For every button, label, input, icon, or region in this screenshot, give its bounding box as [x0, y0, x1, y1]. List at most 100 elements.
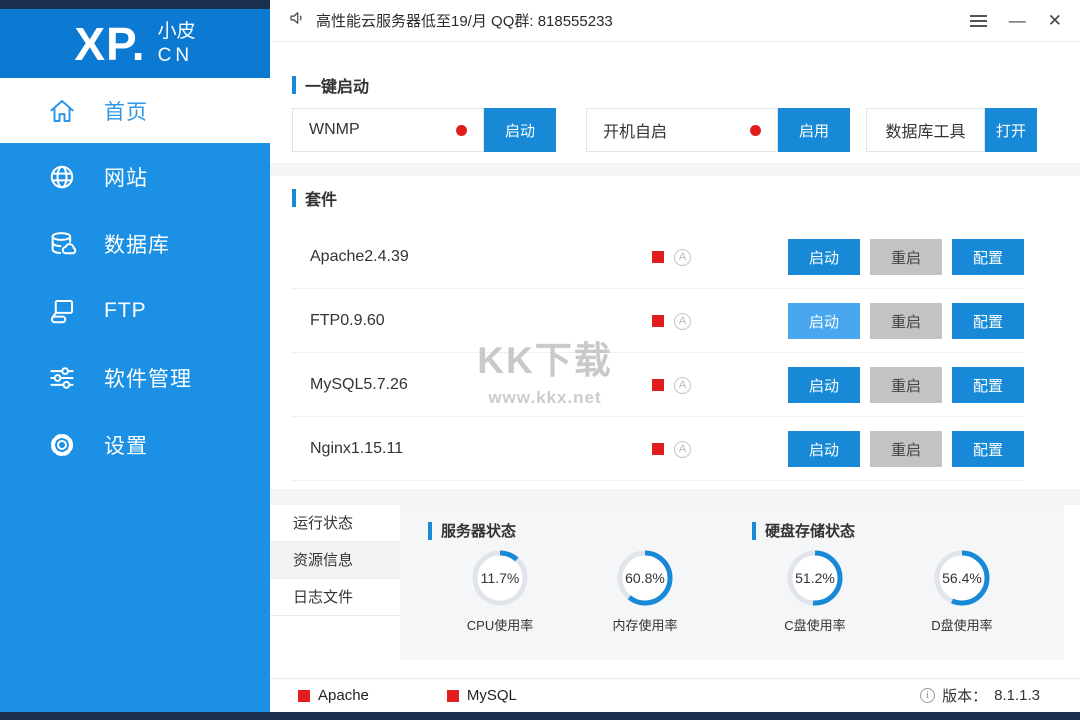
- dbtool-control: 数据库工具 打开: [866, 108, 1037, 152]
- sidebar-item-website[interactable]: 网站: [0, 143, 270, 210]
- resource-panel: 服务器状态 硬盘存储状态 11.7% CPU使用率 60.8% 内存使用率 51…: [400, 505, 1064, 660]
- restart-button[interactable]: 重启: [870, 367, 942, 403]
- stopped-indicator: [652, 315, 664, 327]
- version-number: 8.1.1.3: [994, 687, 1040, 704]
- sidebar-item-database[interactable]: 数据库: [0, 210, 270, 277]
- autoboot-control: 开机自启 启用: [586, 108, 850, 152]
- sidebar-item-label: 设置: [104, 434, 148, 458]
- menu-icon[interactable]: [969, 14, 987, 27]
- announcement-text: 高性能云服务器低至19/月 QQ群: 818555233: [316, 13, 613, 30]
- stopped-indicator: [446, 689, 459, 702]
- start-button[interactable]: 启动: [788, 303, 860, 339]
- gear-icon: [46, 429, 78, 461]
- database-icon: [46, 228, 78, 260]
- tab-resource-info[interactable]: 资源信息: [270, 542, 400, 579]
- stopped-indicator: [652, 443, 664, 455]
- suite-row-mysql: MySQL5.7.26 A 启动 重启 配置: [292, 353, 1024, 417]
- config-button[interactable]: 配置: [952, 239, 1024, 275]
- sliders-icon: [46, 362, 78, 394]
- config-button[interactable]: 配置: [952, 431, 1024, 467]
- sidebar-item-label: 网站: [104, 166, 148, 190]
- window-frame-bottom: [0, 712, 1080, 720]
- autoboot-status-box: 开机自启: [586, 108, 778, 152]
- package-name: Apache2.4.39: [310, 248, 409, 265]
- accent-bar: [752, 521, 756, 540]
- stopped-indicator: [298, 689, 310, 702]
- disk-status-title: 硬盘存储状态: [752, 520, 855, 541]
- restart-button[interactable]: 重启: [870, 303, 942, 339]
- sidebar-item-software[interactable]: 软件管理: [0, 344, 270, 411]
- suite-row-nginx: Nginx1.15.11 A 启动 重启 配置: [292, 417, 1024, 481]
- accent-bar: [292, 76, 296, 94]
- wnmp-status-box: WNMP: [292, 108, 484, 152]
- network-icon: [46, 295, 78, 327]
- autostart-badge-icon[interactable]: A: [674, 312, 691, 330]
- gauge-label: D盘使用率: [931, 618, 993, 633]
- status-tabs: 运行状态 资源信息 日志文件: [270, 505, 400, 665]
- suite-title: 套件: [292, 186, 337, 210]
- cdisk-usage-gauge: 51.2% C盘使用率: [757, 549, 873, 634]
- home-icon: [46, 95, 78, 127]
- sidebar: XP. 小皮 CN 首页 网站 数据库 FTP 软件管理 设置: [0, 0, 270, 720]
- autostart-badge-icon[interactable]: A: [674, 376, 691, 394]
- section-separator: [270, 489, 1080, 505]
- gauge-value: 11.7%: [480, 570, 520, 586]
- restart-button[interactable]: 重启: [870, 431, 942, 467]
- logo-main-text: XP.: [74, 17, 146, 70]
- gauge-value: 51.2%: [795, 570, 835, 586]
- stopped-indicator: [652, 251, 664, 263]
- tab-running-status[interactable]: 运行状态: [270, 505, 400, 542]
- tab-log-files[interactable]: 日志文件: [270, 579, 400, 616]
- accent-bar: [428, 521, 432, 540]
- version-label: 版本：: [942, 688, 988, 705]
- footer-bar: Apache MySQL i 版本： 8.1.1.3: [270, 678, 1080, 712]
- package-name: MySQL5.7.26: [310, 376, 408, 393]
- autostart-badge-icon[interactable]: A: [674, 440, 691, 458]
- restart-button[interactable]: 重启: [870, 239, 942, 275]
- close-button[interactable]: ✕: [1048, 12, 1062, 29]
- title-bar: 高性能云服务器低至19/月 QQ群: 818555233 — ✕: [270, 0, 1080, 42]
- wnmp-control: WNMP 启动: [292, 108, 556, 152]
- speaker-icon: [288, 9, 306, 32]
- wnmp-start-button[interactable]: 启动: [484, 108, 556, 152]
- status-dot: [750, 124, 761, 136]
- version-info: i 版本： 8.1.1.3: [920, 685, 1040, 706]
- logo-cn-text: CN: [157, 44, 194, 66]
- package-name: FTP0.9.60: [310, 312, 385, 329]
- accent-bar: [292, 189, 296, 207]
- gauge-label: C盘使用率: [784, 618, 846, 633]
- autoboot-enable-button[interactable]: 启用: [778, 108, 850, 152]
- gauge-label: CPU使用率: [466, 618, 534, 633]
- dbtool-label-box: 数据库工具: [866, 108, 985, 152]
- package-name: Nginx1.15.11: [310, 440, 404, 457]
- phpstudy-window: XP. 小皮 CN 首页 网站 数据库 FTP 软件管理 设置 高性能云服务器低…: [0, 0, 1080, 720]
- ddisk-usage-gauge: 56.4% D盘使用率: [904, 549, 1020, 634]
- sidebar-item-home[interactable]: 首页: [0, 78, 270, 143]
- memory-usage-gauge: 60.8% 内存使用率: [587, 549, 703, 634]
- config-button[interactable]: 配置: [952, 367, 1024, 403]
- footer-service-apache: Apache: [298, 687, 369, 704]
- section-separator: [270, 163, 1080, 176]
- start-button[interactable]: 启动: [788, 239, 860, 275]
- status-dot: [456, 124, 467, 136]
- gauge-value: 60.8%: [625, 570, 665, 586]
- dbtool-open-button[interactable]: 打开: [985, 108, 1037, 152]
- logo-sub-text: 小皮: [157, 20, 196, 42]
- autostart-badge-icon[interactable]: A: [674, 248, 691, 266]
- config-button[interactable]: 配置: [952, 303, 1024, 339]
- window-frame-top: [0, 0, 270, 9]
- sidebar-item-label: 数据库: [104, 233, 170, 257]
- suite-table: Apache2.4.39 A 启动 重启 配置 FTP0.9.60 A 启动 重…: [292, 225, 1024, 481]
- main-content: 高性能云服务器低至19/月 QQ群: 818555233 — ✕ 一键启动 WN…: [270, 0, 1080, 720]
- globe-icon: [46, 161, 78, 193]
- stopped-indicator: [652, 379, 664, 391]
- start-button[interactable]: 启动: [788, 367, 860, 403]
- sidebar-item-label: 软件管理: [104, 367, 192, 391]
- sidebar-item-ftp[interactable]: FTP: [0, 277, 270, 344]
- gauge-label: 内存使用率: [612, 618, 678, 633]
- start-button[interactable]: 启动: [788, 431, 860, 467]
- info-icon: i: [920, 688, 936, 703]
- minimize-button[interactable]: —: [1009, 12, 1026, 29]
- cpu-usage-gauge: 11.7% CPU使用率: [442, 549, 558, 634]
- sidebar-item-settings[interactable]: 设置: [0, 411, 270, 478]
